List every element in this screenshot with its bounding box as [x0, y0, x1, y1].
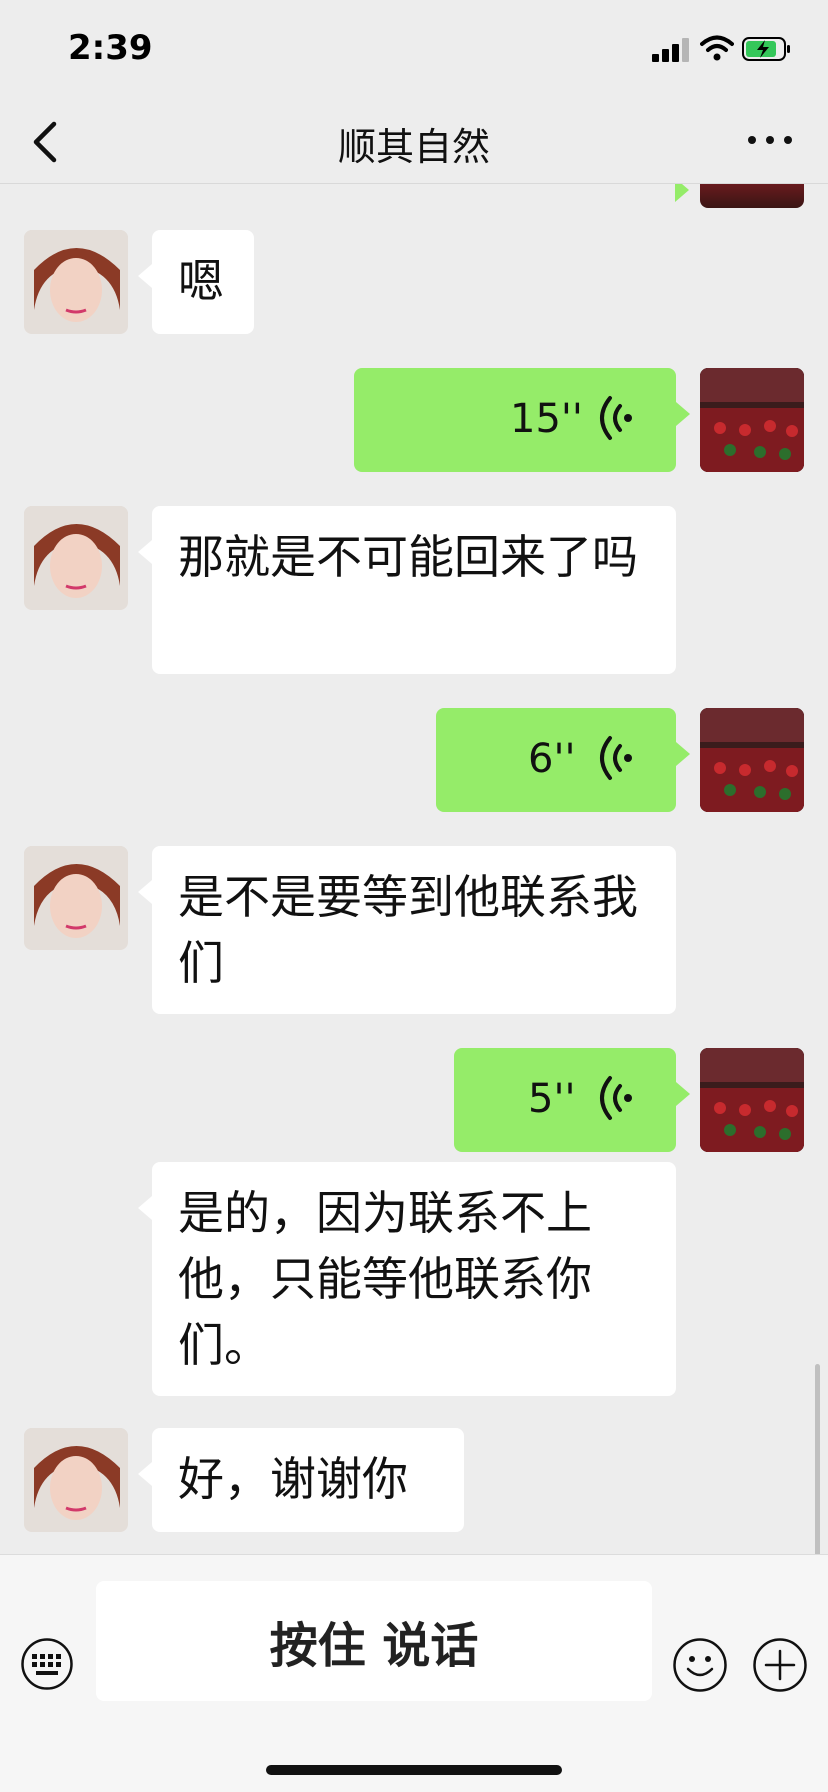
contact-photo — [24, 846, 128, 950]
contact-avatar[interactable] — [24, 230, 128, 334]
hold-to-talk-button[interactable]: 按住 说话 — [96, 1581, 652, 1701]
voice-message-bubble[interactable]: 5'' — [454, 1048, 690, 1152]
cellular-signal-icon — [652, 38, 690, 62]
status-bar: 2:39 — [0, 0, 828, 100]
contact-avatar[interactable] — [24, 506, 128, 610]
more-dots-icon[interactable] — [748, 132, 792, 148]
self-avatar[interactable] — [700, 368, 804, 472]
self-photo — [700, 1048, 804, 1152]
input-bar: 按住 说话 — [0, 1554, 828, 1792]
scrollbar[interactable] — [815, 1364, 820, 1554]
voice-wave-icon — [600, 736, 632, 780]
voice-duration: 15'' — [510, 396, 583, 442]
voice-duration: 5'' — [528, 1076, 576, 1122]
emoji-icon[interactable] — [672, 1637, 728, 1693]
voice-message-bubble[interactable]: 6'' — [436, 708, 690, 812]
message-bubble[interactable]: 那就是不可能回来了吗 — [138, 506, 676, 674]
voice-wave-icon — [600, 1076, 632, 1120]
voice-duration: 6'' — [528, 736, 576, 782]
message-bubble[interactable]: 好，谢谢你 — [138, 1428, 464, 1532]
message-bubble[interactable]: 嗯 — [138, 230, 254, 334]
message-bubble[interactable]: 是不是要等到他联系我们 — [138, 846, 676, 1014]
contact-avatar[interactable] — [24, 846, 128, 950]
contact-avatar[interactable] — [24, 1428, 128, 1532]
message-text: 是的，因为联系不上他，只能等他联系你们。 — [178, 1186, 592, 1372]
self-avatar[interactable] — [700, 184, 804, 208]
message-list[interactable]: 嗯 15'' 那就是不可能回来了吗 6'' 是不是要等到他联系我们 5'' 是的… — [0, 184, 828, 1554]
contact-photo — [24, 1428, 128, 1532]
battery-charging-icon — [742, 37, 790, 61]
status-time: 2:39 — [68, 28, 153, 68]
contact-photo — [24, 506, 128, 610]
message-bubble[interactable]: 是的，因为联系不上他，只能等他联系你们。 — [138, 1162, 676, 1396]
contact-photo — [24, 230, 128, 334]
message-text: 那就是不可能回来了吗 — [178, 530, 638, 584]
self-photo — [700, 708, 804, 812]
self-avatar[interactable] — [700, 708, 804, 812]
message-text: 好，谢谢你 — [178, 1452, 408, 1506]
voice-message-bubble[interactable]: 15'' — [354, 368, 690, 472]
message-text: 是不是要等到他联系我们 — [178, 870, 638, 990]
self-photo — [700, 368, 804, 472]
voice-wave-icon — [600, 396, 632, 440]
keyboard-icon[interactable] — [20, 1637, 74, 1691]
chat-title: 顺其自然 — [337, 125, 490, 169]
self-avatar[interactable] — [700, 1048, 804, 1152]
chat-header: 顺其自然 — [0, 100, 828, 184]
message-text: 嗯 — [178, 254, 224, 308]
plus-circle-icon[interactable] — [752, 1637, 808, 1693]
home-indicator — [266, 1765, 562, 1775]
wifi-icon — [700, 35, 734, 61]
